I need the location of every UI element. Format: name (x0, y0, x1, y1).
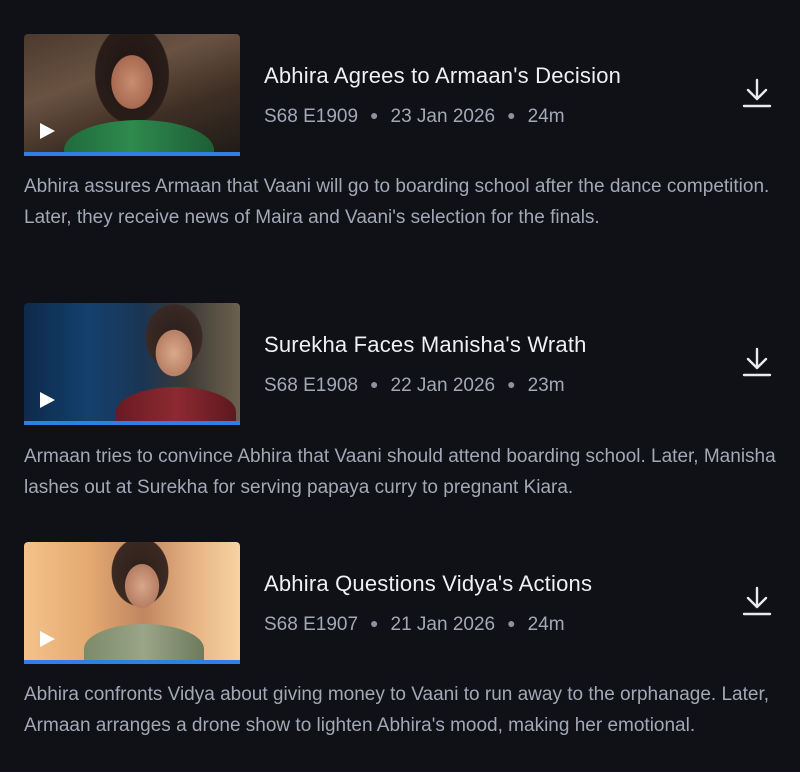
episode-title[interactable]: Surekha Faces Manisha's Wrath (264, 332, 587, 358)
watch-progress-bar (24, 660, 240, 664)
episode-thumbnail[interactable] (24, 303, 240, 425)
episode-date: 23 Jan 2026 (390, 106, 496, 127)
download-button[interactable] (740, 76, 774, 110)
episode-list: Abhira Agrees to Armaan's Decision S68 E… (0, 0, 800, 772)
watch-progress-fill (24, 152, 240, 156)
separator-dot: ● (507, 615, 516, 631)
episode-meta: S68 E1907 ● 21 Jan 2026 ● 24m (264, 614, 565, 636)
episode-thumbnail[interactable] (24, 542, 240, 664)
episode-code: S68 E1907 (264, 614, 359, 635)
episode-duration: 24m (527, 614, 565, 635)
episode-thumbnail[interactable] (24, 34, 240, 156)
episode-code: S68 E1909 (264, 106, 359, 127)
episode-meta: S68 E1909 ● 23 Jan 2026 ● 24m (264, 106, 565, 128)
episode-description: Armaan tries to convince Abhira that Vaa… (24, 446, 776, 498)
separator-dot: ● (370, 107, 379, 123)
download-icon (742, 347, 772, 377)
episode-duration: 23m (527, 375, 565, 396)
episode-description: Abhira confronts Vidya about giving mone… (24, 684, 770, 736)
watch-progress-bar (24, 152, 240, 156)
episode-description: Abhira assures Armaan that Vaani will go… (24, 176, 770, 228)
separator-dot: ● (370, 615, 379, 631)
watch-progress-fill (24, 421, 240, 425)
episode-meta: S68 E1908 ● 22 Jan 2026 ● 23m (264, 375, 565, 397)
download-button[interactable] (740, 584, 774, 618)
watch-progress-fill (24, 660, 240, 664)
separator-dot: ● (370, 376, 379, 392)
play-icon[interactable] (40, 392, 55, 408)
play-icon[interactable] (40, 631, 55, 647)
download-icon (742, 586, 772, 616)
episode-title[interactable]: Abhira Agrees to Armaan's Decision (264, 63, 621, 89)
separator-dot: ● (507, 376, 516, 392)
play-icon[interactable] (40, 123, 55, 139)
episode-date: 21 Jan 2026 (390, 614, 496, 635)
download-button[interactable] (740, 345, 774, 379)
episode-code: S68 E1908 (264, 375, 359, 396)
separator-dot: ● (507, 107, 516, 123)
download-icon (742, 78, 772, 108)
episode-title[interactable]: Abhira Questions Vidya's Actions (264, 571, 592, 597)
episode-duration: 24m (527, 106, 565, 127)
watch-progress-bar (24, 421, 240, 425)
episode-date: 22 Jan 2026 (390, 375, 496, 396)
